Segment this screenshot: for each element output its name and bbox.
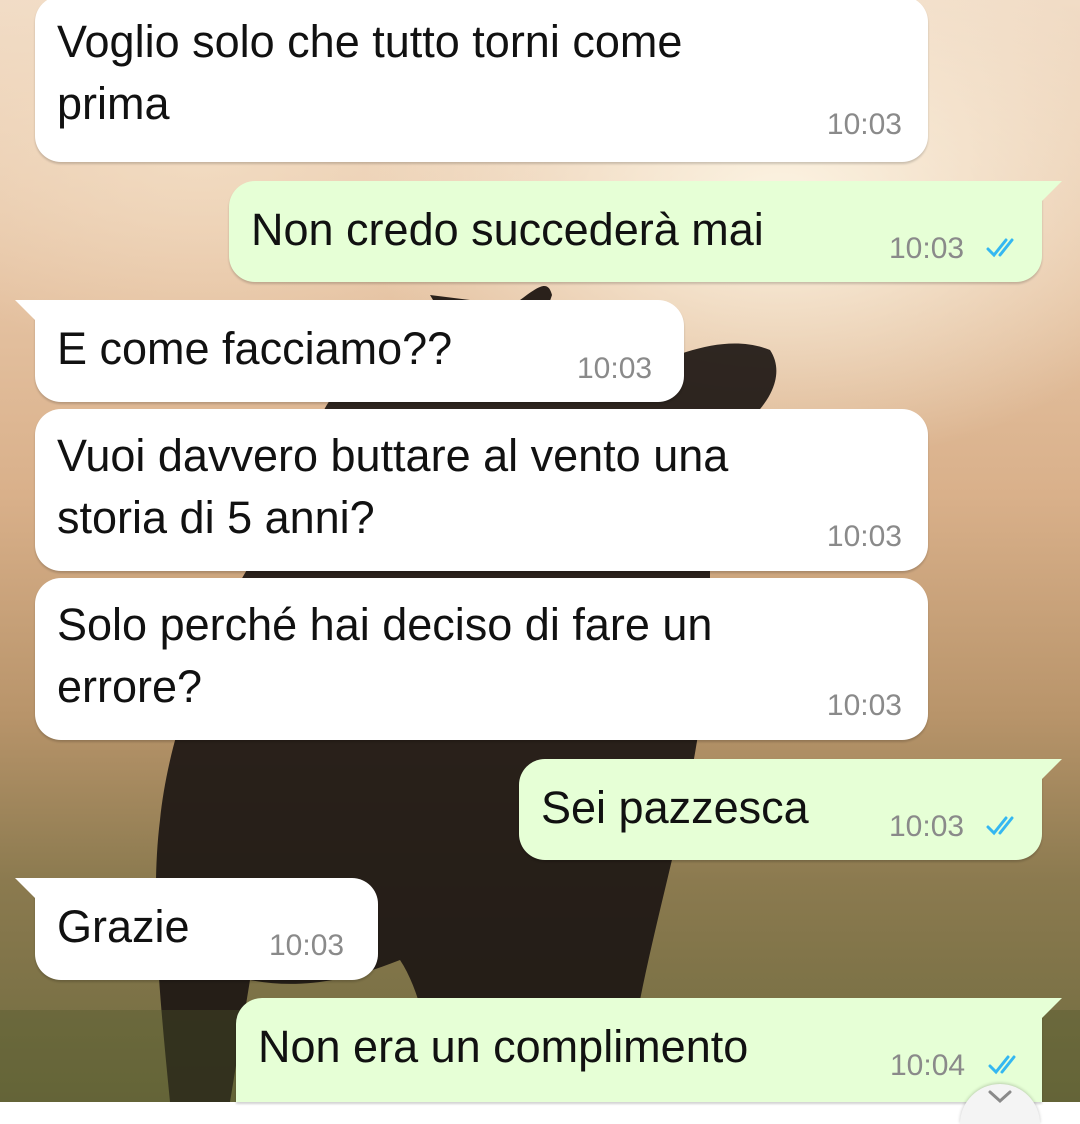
message-text: Sei pazzesca (541, 782, 809, 833)
message-bubble-outgoing[interactable]: Non era un complimento 10:04 (236, 998, 1062, 1102)
message-timestamp: 10:04 (890, 1049, 966, 1082)
bubble-tail (15, 300, 37, 322)
bubble-tail (1040, 181, 1062, 203)
message-text: E come facciamo?? (57, 323, 453, 374)
scroll-to-bottom-button[interactable] (960, 1084, 1040, 1124)
message-timestamp: 10:03 (826, 520, 902, 553)
message-text: Voglio solo che tutto torni come prima (57, 16, 683, 129)
message-text: Non era un complimento (258, 1021, 749, 1072)
double-check-icon (986, 816, 1014, 836)
message-text: Grazie (57, 901, 190, 952)
message-timestamp: 10:03 (889, 232, 965, 265)
bubble-tail (1040, 998, 1062, 1020)
message-bubble-incoming[interactable]: Grazie 10:03 (15, 878, 378, 980)
message-timestamp: 10:03 (889, 810, 965, 843)
message-text: Vuoi davvero buttare al vento una storia… (57, 430, 729, 543)
chevron-down-icon (988, 1090, 1012, 1104)
message-timestamp: 10:03 (577, 352, 653, 385)
message-bubble-outgoing[interactable]: Non credo succederà mai 10:03 (229, 181, 1062, 282)
message-bubble-incoming[interactable]: Vuoi davvero buttare al vento una storia… (35, 409, 928, 571)
message-bubble-incoming[interactable]: E come facciamo?? 10:03 (15, 300, 684, 402)
message-bubble-incoming[interactable]: Solo perché hai deciso di fare un errore… (35, 578, 928, 740)
double-check-icon (988, 1055, 1016, 1075)
message-timestamp: 10:03 (826, 689, 902, 722)
message-timestamp: 10:03 (826, 108, 902, 141)
message-text: Non credo succederà mai (251, 204, 764, 255)
bubble-tail (1040, 759, 1062, 781)
message-timestamp: 10:03 (269, 929, 345, 962)
message-bubble-outgoing[interactable]: Sei pazzesca 10:03 (519, 759, 1062, 860)
conversation-list[interactable]: Voglio solo che tutto torni come prima 1… (0, 0, 1080, 1102)
double-check-icon (986, 238, 1014, 258)
message-text: Solo perché hai deciso di fare un errore… (57, 599, 713, 712)
message-bubble-incoming[interactable]: Voglio solo che tutto torni come prima 1… (35, 0, 928, 162)
bubble-tail (15, 878, 37, 900)
